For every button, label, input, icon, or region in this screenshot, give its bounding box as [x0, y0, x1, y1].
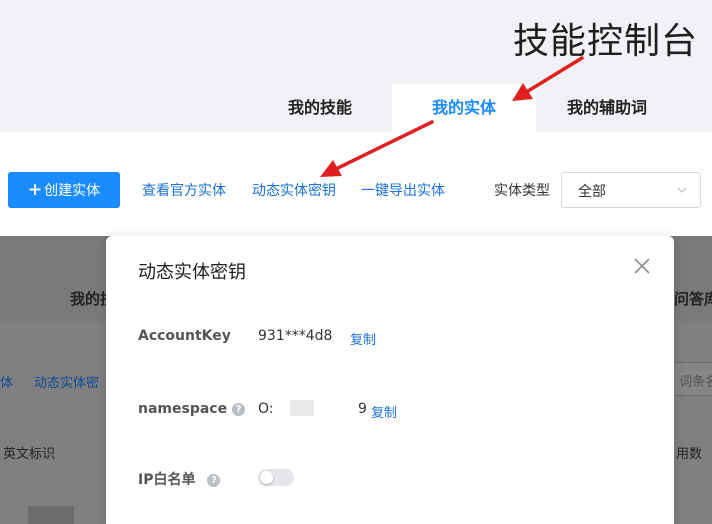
- account-key-label: AccountKey: [138, 328, 231, 344]
- entity-type-select[interactable]: 全部: [561, 172, 701, 208]
- chevron-down-icon: [677, 187, 687, 193]
- tab-my-skills[interactable]: 我的技能: [258, 84, 382, 132]
- toggle-knob: [260, 471, 273, 484]
- entity-type-label: 实体类型: [494, 183, 550, 199]
- background-column-english-id: 英文标识: [3, 447, 56, 462]
- background-column-count: 用数: [676, 447, 703, 462]
- console-header: 技能控制台 我的技能 我的实体 我的辅助词: [0, 0, 712, 132]
- ip-whitelist-label: IP白名单: [138, 472, 196, 488]
- plus-icon: +: [27, 180, 43, 200]
- tab-my-auxiliary-words[interactable]: 我的辅助词: [548, 84, 666, 132]
- account-key-value: 931***4d8: [258, 328, 333, 344]
- background-thumbnail: [28, 506, 74, 524]
- console-title: 技能控制台: [512, 21, 698, 62]
- close-icon[interactable]: [632, 256, 652, 276]
- masked-value-block: [290, 400, 314, 416]
- export-entities-link[interactable]: 一键导出实体: [361, 180, 445, 200]
- question-icon[interactable]: ?: [232, 403, 246, 416]
- create-entity-button[interactable]: + 创建实体: [8, 172, 120, 208]
- background-link-dynamic-key: 动态实体密: [34, 376, 100, 391]
- namespace-label-row: namespace?: [138, 401, 246, 417]
- dialog-title: 动态实体密钥: [138, 262, 246, 283]
- background-tab-qa: 问答库: [674, 290, 712, 308]
- question-icon[interactable]: ?: [207, 474, 221, 487]
- dynamic-entity-key-dialog: 动态实体密钥 AccountKey 931***4d8 复制 namespace…: [106, 236, 674, 524]
- background-link-entity: 体: [0, 376, 14, 391]
- ip-whitelist-toggle[interactable]: [258, 469, 294, 486]
- copy-account-key-link[interactable]: 复制: [350, 329, 376, 348]
- tab-my-entities[interactable]: 我的实体: [392, 84, 536, 132]
- entity-type-value: 全部: [578, 184, 606, 200]
- namespace-prefix: O:: [258, 401, 274, 417]
- background-search-placeholder: 词条名: [679, 375, 712, 390]
- namespace-label: namespace: [138, 401, 228, 417]
- background-search-input: 词条名: [672, 362, 712, 396]
- create-entity-label: 创建实体: [44, 183, 101, 199]
- view-official-entities-link[interactable]: 查看官方实体: [142, 180, 226, 200]
- namespace-suffix: 9: [358, 401, 367, 417]
- ip-whitelist-label-row: IP白名单?: [138, 469, 221, 489]
- dynamic-entity-key-link[interactable]: 动态实体密钥: [252, 180, 336, 200]
- copy-namespace-link[interactable]: 复制: [371, 402, 397, 421]
